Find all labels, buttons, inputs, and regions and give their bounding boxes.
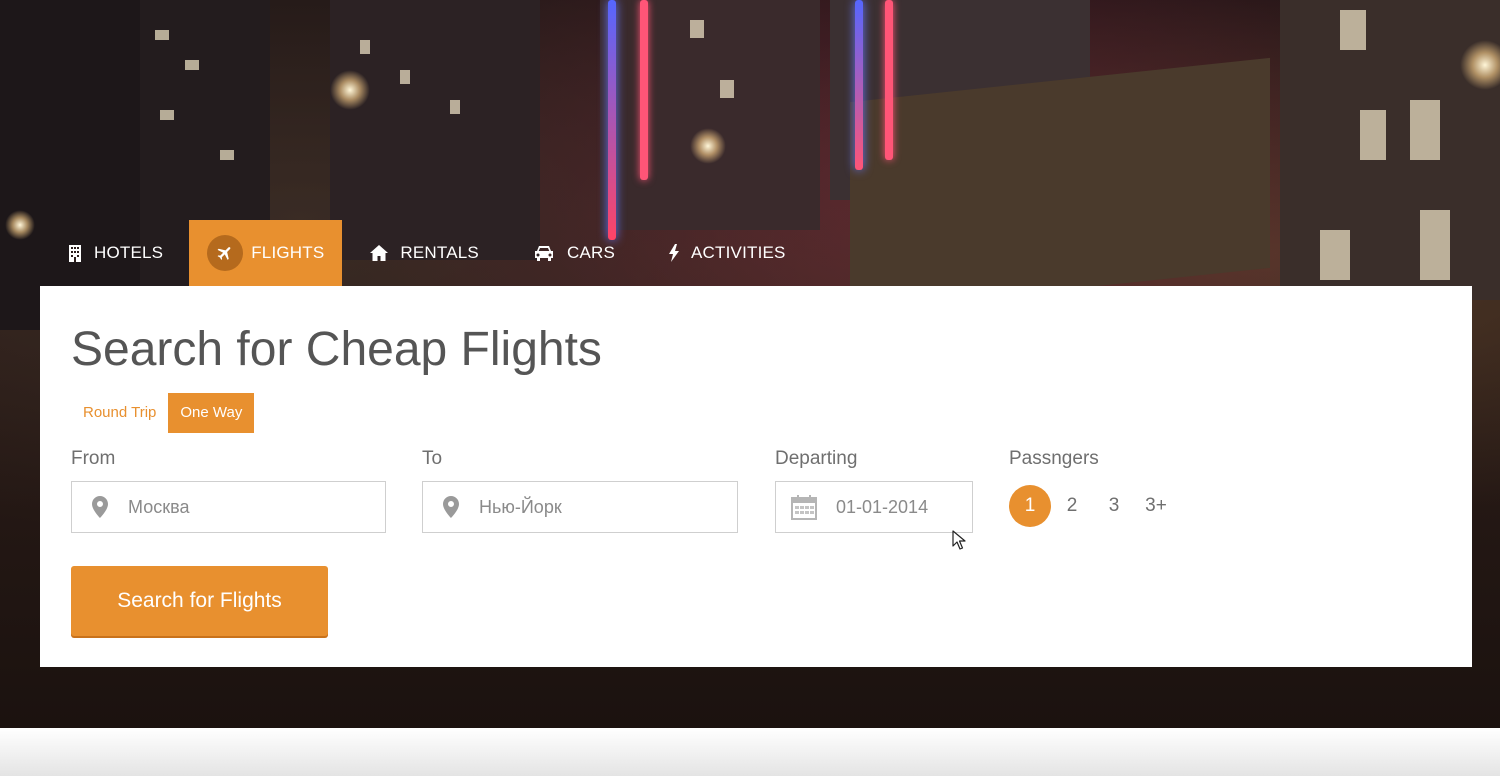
trip-type-toggle: Round Trip One Way [71,393,255,433]
tab-hotels[interactable]: HOTELS [40,220,189,286]
from-value: Москва [128,496,190,517]
mouse-pointer-icon [952,530,966,555]
tab-hotels-label: HOTELS [94,243,164,262]
search-flights-button[interactable]: Search for Flights [71,566,328,636]
departing-label: Departing [775,448,858,469]
tab-activities-label: ACTIVITIES [691,243,786,262]
departing-date-field[interactable]: 01-01-2014 [775,481,973,533]
home-icon [370,245,389,261]
plane-icon [207,235,244,271]
passenger-count-selector: 1 2 3 3+ [1009,485,1177,527]
departing-date-value: 01-01-2014 [836,496,929,517]
calendar-icon [791,494,817,520]
category-tabs: HOTELS FLIGHTS RENTALS CARS ACTIVITIES [40,220,812,286]
page-title: Search for Cheap Flights [71,323,602,376]
car-icon [533,245,555,261]
passengers-label: Passngers [1009,448,1099,469]
bolt-icon [669,244,680,262]
to-label: To [422,448,443,469]
to-value: Нью-Йорк [479,496,562,517]
building-icon [68,244,82,262]
from-field[interactable]: Москва [71,481,386,533]
passenger-option-3[interactable]: 3 [1093,485,1135,527]
map-pin-icon [443,496,459,518]
round-trip-option[interactable]: Round Trip [71,393,168,433]
tab-flights-label: FLIGHTS [251,243,325,262]
tab-cars[interactable]: CARS [505,220,641,286]
flight-search-panel: Search for Cheap Flights Round Trip One … [40,286,1472,667]
passenger-option-1[interactable]: 1 [1009,485,1051,527]
tab-rentals[interactable]: RENTALS [342,220,505,286]
from-label: From [71,448,116,469]
map-pin-icon [92,496,108,518]
tab-activities[interactable]: ACTIVITIES [641,220,812,286]
tab-cars-label: CARS [566,243,616,262]
tab-rentals-label: RENTALS [400,243,479,262]
passenger-option-3plus[interactable]: 3+ [1135,485,1177,527]
page-footer-strip [0,728,1500,776]
tab-flights[interactable]: FLIGHTS [189,220,343,286]
passenger-option-2[interactable]: 2 [1051,485,1093,527]
one-way-option[interactable]: One Way [168,393,255,433]
to-field[interactable]: Нью-Йорк [422,481,738,533]
